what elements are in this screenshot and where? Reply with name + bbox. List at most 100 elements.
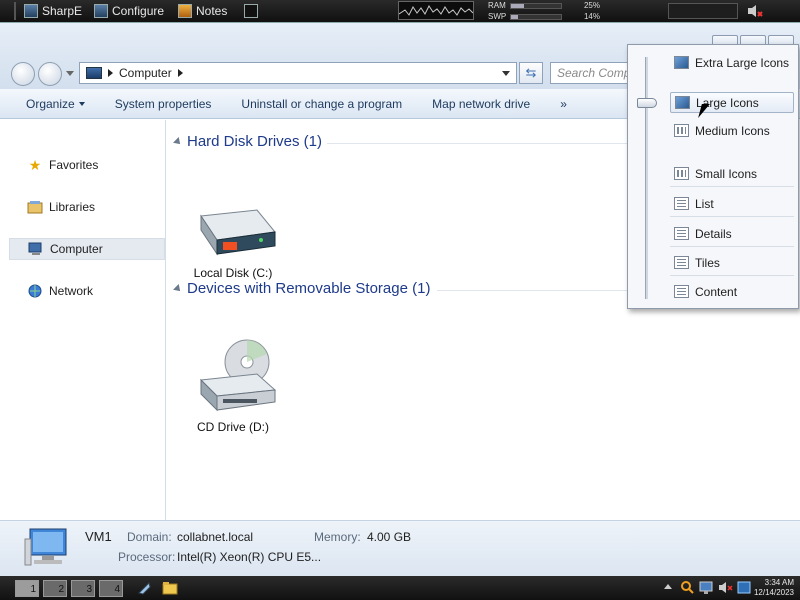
group-header-hard-disks[interactable]: Hard Disk Drives (1) xyxy=(173,133,322,150)
more-commands-button[interactable]: » xyxy=(545,97,582,111)
network-icon xyxy=(27,283,43,299)
menu-item-medium-icons[interactable]: Medium Icons xyxy=(670,120,794,141)
memory-label: Memory: xyxy=(314,530,361,544)
top-taskbar: SharpE Configure Notes RAM 25% SWP 14% xyxy=(0,0,800,22)
menu-item-details[interactable]: Details xyxy=(670,223,794,244)
details-view-icon xyxy=(674,227,689,240)
organize-button[interactable]: Organize xyxy=(0,97,100,111)
tray-panel xyxy=(668,3,738,19)
volume-muted-icon[interactable] xyxy=(746,3,764,19)
cpu-graph xyxy=(398,1,474,20)
menu-item-tiles[interactable]: Tiles xyxy=(670,252,794,273)
menu-item-list[interactable]: List xyxy=(670,193,794,214)
refresh-icon: ⇆ xyxy=(525,65,537,80)
domain-value: collabnet.local xyxy=(177,530,254,544)
content-view-icon xyxy=(674,285,689,298)
memory-value: 4.00 GB xyxy=(367,530,412,544)
uninstall-program-button[interactable]: Uninstall or change a program xyxy=(226,97,417,111)
folder-icon[interactable] xyxy=(162,580,178,596)
configure-button[interactable]: Configure xyxy=(90,1,168,21)
collapse-arrow-icon[interactable] xyxy=(173,283,183,294)
search-icon[interactable] xyxy=(679,579,695,596)
computer-icon xyxy=(86,67,102,79)
menu-divider xyxy=(670,186,794,187)
large-icons-icon xyxy=(675,96,690,109)
menu-divider xyxy=(670,246,794,247)
workspace-1[interactable]: 1 xyxy=(15,580,39,597)
processor-label: Processor: xyxy=(118,550,176,564)
notes-label: Notes xyxy=(196,4,228,18)
system-tray xyxy=(660,579,752,596)
application-icon[interactable] xyxy=(136,580,152,596)
processor-value: Intel(R) Xeon(R) CPU E5... xyxy=(177,550,322,564)
workspace-2[interactable]: 2 xyxy=(43,580,67,597)
tray-arrow-icon[interactable] xyxy=(660,579,676,596)
hard-disk-icon xyxy=(200,209,276,256)
group-header-removable-storage[interactable]: Devices with Removable Storage (1) xyxy=(173,280,430,297)
ram-meter: RAM 25% xyxy=(488,1,600,10)
back-button[interactable] xyxy=(11,62,35,86)
configure-label: Configure xyxy=(112,4,165,18)
drive-local-disk-c[interactable]: Local Disk (C:) xyxy=(173,202,293,280)
clock-date: 12/14/2023 xyxy=(753,588,794,597)
workspace-3[interactable]: 3 xyxy=(71,580,95,597)
drive-cd-d[interactable]: CD Drive (D:) xyxy=(173,336,293,434)
memory-meters: RAM 25% SWP 14% xyxy=(488,0,600,22)
view-size-slider[interactable] xyxy=(645,57,648,299)
cd-drive-icon xyxy=(199,339,277,412)
clock[interactable]: 3:34 AM 12/14/2023 xyxy=(754,578,794,598)
map-network-drive-button[interactable]: Map network drive xyxy=(417,97,545,111)
clock-time: 3:34 AM xyxy=(764,578,794,587)
forward-button[interactable] xyxy=(38,62,62,86)
chevron-right-icon[interactable] xyxy=(177,69,183,77)
sharpe-button[interactable]: SharpE xyxy=(20,1,86,21)
workspace-4[interactable]: 4 xyxy=(99,580,123,597)
sharpe-label: SharpE xyxy=(42,4,83,18)
volume-muted-icon[interactable] xyxy=(717,579,733,596)
nav-item-favorites[interactable]: ★ Favorites xyxy=(9,154,165,176)
search-input[interactable]: Search Comp xyxy=(550,62,630,84)
collapse-arrow-icon[interactable] xyxy=(173,136,183,147)
view-size-slider-thumb[interactable] xyxy=(637,98,657,108)
refresh-button[interactable]: ⇆ xyxy=(519,62,543,84)
extra-large-icons-icon xyxy=(674,56,689,69)
nav-item-computer[interactable]: Computer xyxy=(9,238,165,260)
menu-item-large-icons[interactable]: Large Icons xyxy=(670,92,794,113)
flag-icon[interactable] xyxy=(736,579,752,596)
address-bar[interactable]: Computer xyxy=(79,62,517,84)
small-icons-icon xyxy=(674,167,689,180)
menu-item-extra-large-icons[interactable]: Extra Large Icons xyxy=(670,52,794,73)
network-tray-icon[interactable] xyxy=(698,579,714,596)
terminal-icon xyxy=(244,4,258,18)
computer-large-icon xyxy=(24,527,70,570)
bottom-taskbar: 1 2 3 4 3:34 AM 12/14/2023 xyxy=(0,576,800,600)
nav-item-libraries[interactable]: Libraries xyxy=(9,196,165,218)
medium-icons-icon xyxy=(674,124,689,137)
libraries-icon xyxy=(27,199,43,215)
star-icon: ★ xyxy=(28,156,42,173)
address-dropdown-icon[interactable] xyxy=(502,71,510,76)
list-view-icon xyxy=(674,197,689,210)
tiles-view-icon xyxy=(674,256,689,269)
notes-icon xyxy=(178,4,192,18)
configure-icon xyxy=(94,4,108,18)
terminal-button[interactable] xyxy=(240,1,262,21)
breadcrumb-computer[interactable]: Computer xyxy=(119,66,172,80)
nav-item-network[interactable]: Network xyxy=(9,280,165,302)
domain-label: Domain: xyxy=(127,530,172,544)
system-properties-button[interactable]: System properties xyxy=(100,97,227,111)
chevron-right-icon[interactable] xyxy=(108,69,113,77)
computer-icon xyxy=(28,241,44,257)
recent-pages-chevron-icon[interactable] xyxy=(66,71,74,76)
toolbar-separator xyxy=(14,2,16,20)
notes-button[interactable]: Notes xyxy=(174,1,231,21)
menu-divider xyxy=(670,275,794,276)
sharpe-icon xyxy=(24,4,38,18)
swap-meter: SWP 14% xyxy=(488,12,600,21)
chevron-down-icon xyxy=(78,101,85,106)
details-pane: VM1 Domain: collabnet.local Memory: 4.00… xyxy=(0,520,800,577)
menu-divider xyxy=(670,216,794,217)
view-menu: Extra Large Icons Large Icons Medium Ico… xyxy=(627,44,799,309)
menu-item-small-icons[interactable]: Small Icons xyxy=(670,163,794,184)
menu-item-content[interactable]: Content xyxy=(670,281,794,302)
